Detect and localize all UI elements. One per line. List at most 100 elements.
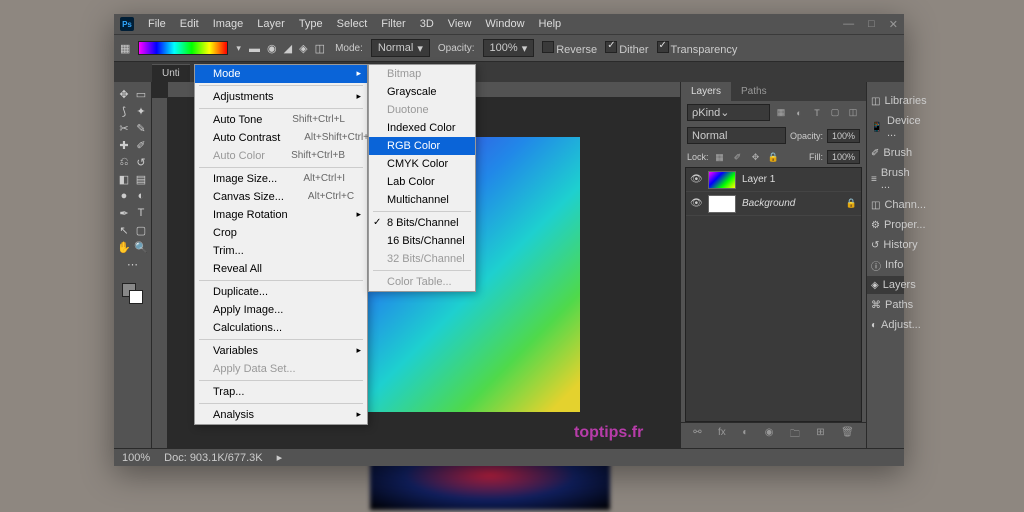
opacity-input[interactable]: 100%▾ — [483, 39, 535, 57]
panel-libraries[interactable]: ◫Libraries — [867, 92, 904, 110]
lock-pixels-icon[interactable]: ▦ — [713, 151, 727, 163]
path-tool[interactable]: ↖ — [116, 222, 132, 238]
menu-item-trim[interactable]: Trim... — [195, 242, 367, 260]
lasso-tool[interactable]: ⟆ — [116, 103, 132, 119]
filter-type-icon[interactable]: T — [810, 107, 824, 119]
submenu-multichannel[interactable]: Multichannel — [369, 191, 475, 209]
menu-item-canvas-size[interactable]: Canvas Size...Alt+Ctrl+C — [195, 188, 367, 206]
menu-layer[interactable]: Layer — [251, 16, 291, 32]
menu-3d[interactable]: 3D — [414, 16, 440, 32]
submenu-lab[interactable]: Lab Color — [369, 173, 475, 191]
visibility-icon[interactable]: 👁 — [690, 174, 702, 185]
menu-filter[interactable]: Filter — [375, 16, 411, 32]
menu-file[interactable]: File — [142, 16, 172, 32]
wand-tool[interactable]: ✦ — [133, 103, 149, 119]
background-swatch[interactable] — [129, 290, 143, 304]
lock-brush-icon[interactable]: ✐ — [731, 151, 745, 163]
menu-item-duplicate[interactable]: Duplicate... — [195, 283, 367, 301]
tab-paths[interactable]: Paths — [731, 82, 777, 101]
menu-help[interactable]: Help — [533, 16, 568, 32]
layer-item[interactable]: 👁 Layer 1 — [686, 168, 861, 192]
eraser-tool[interactable]: ◧ — [116, 171, 132, 187]
crop-tool[interactable]: ✂ — [116, 120, 132, 136]
zoom-tool[interactable]: 🔍 — [133, 239, 149, 255]
marquee-tool[interactable]: ▭ — [133, 86, 149, 102]
panel-properties[interactable]: ⚙Proper... — [867, 216, 904, 234]
stamp-tool[interactable]: ⎌ — [116, 154, 132, 170]
kind-filter[interactable]: ρ Kind ⌄ — [687, 104, 770, 121]
doc-size[interactable]: Doc: 903.1K/677.3K — [164, 452, 262, 464]
panel-device[interactable]: 📱Device ... — [867, 112, 904, 142]
menu-item-image-size[interactable]: Image Size...Alt+Ctrl+I — [195, 170, 367, 188]
delete-layer-icon[interactable]: 🗑 — [841, 427, 854, 444]
new-layer-icon[interactable]: ⊞ — [816, 427, 824, 444]
menu-item-apply-image[interactable]: Apply Image... — [195, 301, 367, 319]
foreground-swatch[interactable] — [122, 283, 136, 297]
menu-item-mode[interactable]: Mode — [195, 65, 367, 83]
submenu-32bits[interactable]: 32 Bits/Channel — [369, 250, 475, 268]
menu-item-trap[interactable]: Trap... — [195, 383, 367, 401]
dither-checkbox[interactable]: Dither — [605, 41, 648, 56]
submenu-16bits[interactable]: 16 Bits/Channel — [369, 232, 475, 250]
menu-item-image-rotation[interactable]: Image Rotation — [195, 206, 367, 224]
menu-select[interactable]: Select — [331, 16, 374, 32]
visibility-icon[interactable]: 👁 — [690, 198, 702, 209]
panel-brush[interactable]: ✐Brush — [867, 144, 904, 162]
menu-edit[interactable]: Edit — [174, 16, 205, 32]
fx-icon[interactable]: fx — [718, 427, 726, 444]
fill-opacity[interactable]: 100% — [827, 150, 860, 164]
panel-brush-settings[interactable]: ≡Brush ... — [867, 164, 904, 194]
filter-shape-icon[interactable]: ▢ — [828, 107, 842, 119]
link-layers-icon[interactable]: ⚯ — [693, 427, 701, 444]
submenu-bitmap[interactable]: Bitmap — [369, 65, 475, 83]
blend-mode[interactable]: Normal — [687, 127, 786, 144]
gradient-type-icons[interactable]: ▬ ◉ ◢ ◈ ◫ — [249, 42, 327, 55]
menu-item-auto-contrast[interactable]: Auto ContrastAlt+Shift+Ctrl+L — [195, 129, 367, 147]
menu-item-crop[interactable]: Crop — [195, 224, 367, 242]
pen-tool[interactable]: ✒ — [116, 205, 132, 221]
panel-history[interactable]: ↺History — [867, 236, 904, 254]
submenu-grayscale[interactable]: Grayscale — [369, 83, 475, 101]
reverse-checkbox[interactable]: Reverse — [542, 41, 597, 56]
history-brush-tool[interactable]: ↺ — [133, 154, 149, 170]
document-tab[interactable]: Unti — [152, 64, 190, 82]
lock-all-icon[interactable]: 🔒 — [767, 151, 781, 163]
heal-tool[interactable]: ✚ — [116, 137, 132, 153]
move-tool[interactable]: ✥ — [116, 86, 132, 102]
shape-tool[interactable]: ▢ — [133, 222, 149, 238]
adjustment-icon[interactable]: ◉ — [765, 427, 774, 444]
menu-item-reveal-all[interactable]: Reveal All — [195, 260, 367, 278]
layer-name[interactable]: Background — [742, 198, 840, 209]
type-tool[interactable]: T — [133, 205, 149, 221]
menu-item-auto-tone[interactable]: Auto ToneShift+Ctrl+L — [195, 111, 367, 129]
filter-smart-icon[interactable]: ◫ — [846, 107, 860, 119]
gradient-tool[interactable]: ▤ — [133, 171, 149, 187]
group-icon[interactable]: 🗀 — [790, 427, 800, 444]
layer-item[interactable]: 👁 Background 🔒 — [686, 192, 861, 216]
panel-layers[interactable]: ◈Layers — [867, 276, 904, 294]
close-button[interactable]: ✕ — [889, 18, 898, 31]
submenu-rgb[interactable]: RGB Color — [369, 137, 475, 155]
hand-tool[interactable]: ✋ — [116, 239, 132, 255]
menu-item-calculations[interactable]: Calculations... — [195, 319, 367, 337]
layer-name[interactable]: Layer 1 — [742, 174, 857, 185]
filter-adjust-icon[interactable]: ◐ — [792, 107, 806, 119]
menu-window[interactable]: Window — [479, 16, 530, 32]
menu-view[interactable]: View — [442, 16, 478, 32]
menu-item-variables[interactable]: Variables — [195, 342, 367, 360]
panel-paths[interactable]: ⌘Paths — [867, 296, 904, 314]
maximize-button[interactable]: □ — [868, 18, 875, 31]
menu-item-auto-color[interactable]: Auto ColorShift+Ctrl+B — [195, 147, 367, 165]
panel-channels[interactable]: ◫Chann... — [867, 196, 904, 214]
submenu-8bits[interactable]: 8 Bits/Channel — [369, 214, 475, 232]
zoom-level[interactable]: 100% — [122, 452, 150, 464]
submenu-cmyk[interactable]: CMYK Color — [369, 155, 475, 173]
panel-info[interactable]: ⓘInfo — [867, 256, 904, 274]
edit-toolbar[interactable]: ⋯ — [125, 256, 141, 272]
filter-pixel-icon[interactable]: ▦ — [774, 107, 788, 119]
brush-tool[interactable]: ✐ — [133, 137, 149, 153]
menu-item-apply-data-set[interactable]: Apply Data Set... — [195, 360, 367, 378]
lock-position-icon[interactable]: ✥ — [749, 151, 763, 163]
blend-mode-select[interactable]: Normal▾ — [371, 39, 430, 57]
layer-opacity[interactable]: 100% — [827, 129, 860, 143]
